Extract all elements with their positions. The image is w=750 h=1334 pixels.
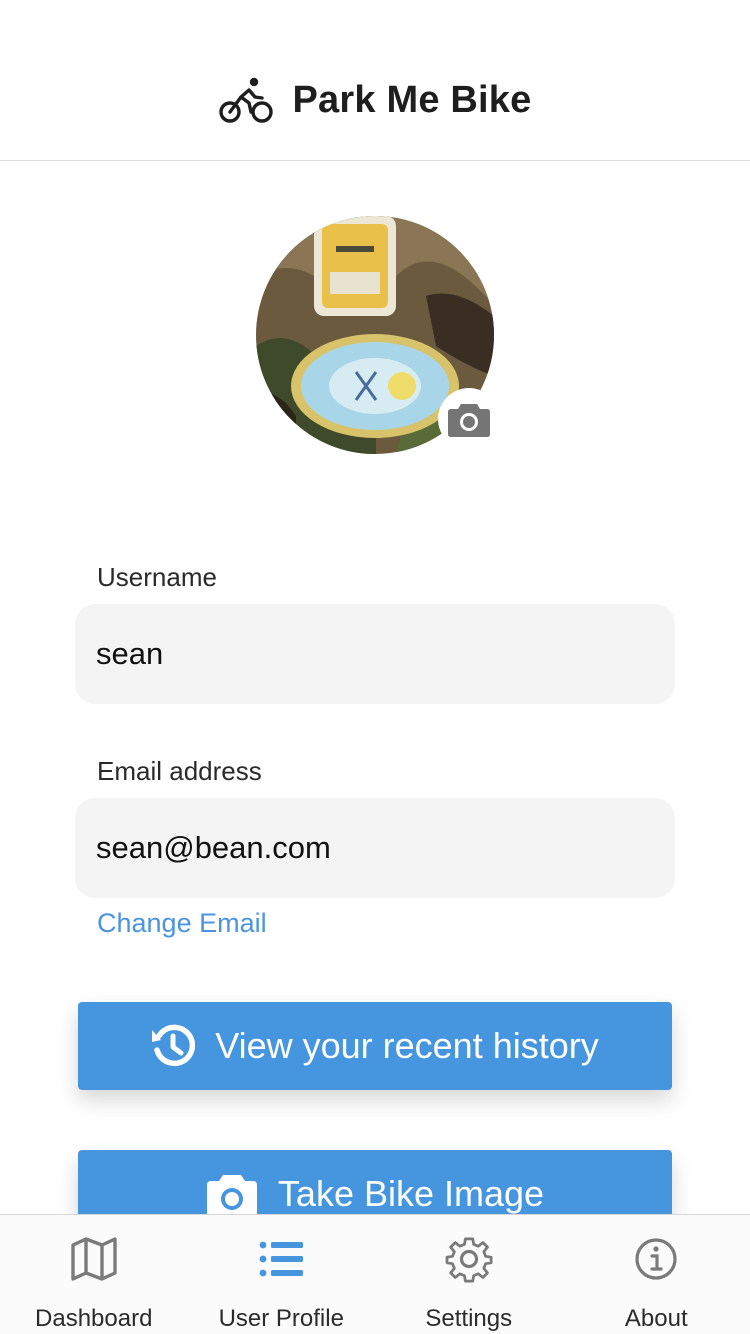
view-history-label: View your recent history (215, 1025, 599, 1066)
username-label: Username (97, 562, 217, 592)
list-icon (259, 1241, 304, 1277)
tab-bar: Dashboard User Profile Settings About (0, 1214, 750, 1334)
camera-icon (206, 1171, 258, 1214)
profile-content[interactable]: Username sean Email address sean@bean.co… (0, 162, 750, 1214)
tab-user-profile[interactable]: User Profile (188, 1215, 376, 1334)
tab-settings-label: Settings (425, 1305, 513, 1332)
change-email-link[interactable]: Change Email (97, 908, 267, 939)
change-photo-button[interactable] (438, 388, 500, 450)
take-bike-image-button[interactable]: Take Bike Image (78, 1150, 672, 1214)
tab-about-label: About (624, 1305, 688, 1332)
email-field[interactable]: sean@bean.com (75, 798, 675, 898)
tab-dashboard-label: Dashboard (35, 1305, 153, 1332)
history-icon (151, 1024, 196, 1068)
tab-user-profile-label: User Profile (218, 1305, 344, 1332)
username-value: sean (96, 636, 164, 671)
app-title: Park Me Bike (292, 78, 532, 121)
camera-icon (448, 404, 490, 437)
tab-dashboard[interactable]: Dashboard (0, 1215, 188, 1334)
view-history-button[interactable]: View your recent history (78, 1002, 672, 1090)
tab-settings[interactable]: Settings (375, 1215, 563, 1334)
bicycle-icon (218, 77, 273, 123)
info-icon (635, 1238, 677, 1280)
map-icon (71, 1237, 117, 1281)
app-header: Park Me Bike (0, 0, 750, 161)
tab-about[interactable]: About (563, 1215, 750, 1334)
avatar-container[interactable] (256, 216, 500, 454)
take-bike-image-label: Take Bike Image (277, 1173, 545, 1214)
app-screen: Park Me Bike Username sean Email address… (0, 0, 750, 1334)
gear-icon (445, 1237, 493, 1283)
email-value: sean@bean.com (96, 830, 331, 865)
email-label: Email address (97, 756, 262, 786)
username-field[interactable]: sean (75, 604, 675, 704)
